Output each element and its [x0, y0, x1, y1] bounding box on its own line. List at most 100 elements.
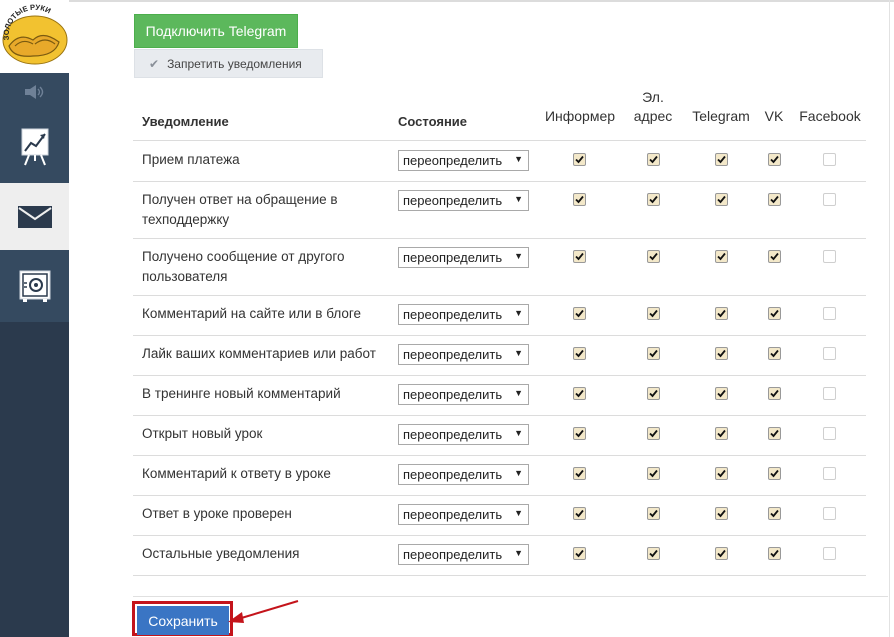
- notification-name: Получен ответ на обращение в техподдержк…: [142, 192, 338, 227]
- row-divider: [133, 375, 866, 376]
- notification-name: Лайк ваших комментариев или работ: [142, 346, 376, 361]
- checkbox-facebook[interactable]: [823, 387, 836, 400]
- checkbox-telegram[interactable]: [715, 467, 728, 480]
- checkbox-vk[interactable]: [768, 507, 781, 520]
- checkbox-vk[interactable]: [768, 193, 781, 206]
- dropdown-arrow-icon: ▼: [514, 468, 523, 478]
- checkbox-telegram[interactable]: [715, 193, 728, 206]
- checkbox-informer[interactable]: [573, 467, 586, 480]
- checkbox-telegram[interactable]: [715, 387, 728, 400]
- connect-telegram-button[interactable]: Подключить Telegram: [134, 14, 298, 48]
- forbid-notifications-button[interactable]: ✔ Запретить уведомления: [134, 49, 323, 78]
- state-select[interactable]: переопределить ▼: [398, 464, 529, 485]
- row-divider: [133, 535, 866, 536]
- checkbox-facebook[interactable]: [823, 153, 836, 166]
- checkbox-informer[interactable]: [573, 387, 586, 400]
- top-divider: [69, 0, 894, 4]
- header-vk: VK: [764, 108, 784, 124]
- state-select[interactable]: переопределить ▼: [398, 304, 529, 325]
- state-select-value: переопределить: [403, 547, 503, 562]
- notification-name: Комментарий на сайте или в блоге: [142, 306, 362, 321]
- checkbox-facebook[interactable]: [823, 507, 836, 520]
- sidebar-item-stats[interactable]: [0, 111, 69, 183]
- dropdown-arrow-icon: ▼: [514, 508, 523, 518]
- checkbox-facebook[interactable]: [823, 427, 836, 440]
- checkbox-informer[interactable]: [573, 547, 586, 560]
- checkbox-vk[interactable]: [768, 250, 781, 263]
- checkbox-email[interactable]: [647, 153, 660, 166]
- checkbox-facebook[interactable]: [823, 467, 836, 480]
- checkbox-facebook[interactable]: [823, 547, 836, 560]
- state-select[interactable]: переопределить ▼: [398, 190, 529, 211]
- dropdown-arrow-icon: ▼: [514, 251, 523, 261]
- checkbox-telegram[interactable]: [715, 427, 728, 440]
- checkbox-vk[interactable]: [768, 427, 781, 440]
- checkbox-telegram[interactable]: [715, 250, 728, 263]
- checkbox-facebook[interactable]: [823, 193, 836, 206]
- state-select-value: переопределить: [403, 467, 503, 482]
- checkbox-informer[interactable]: [573, 307, 586, 320]
- checkbox-telegram[interactable]: [715, 347, 728, 360]
- row-divider: [133, 335, 866, 336]
- checkbox-email[interactable]: [647, 307, 660, 320]
- state-select[interactable]: переопределить ▼: [398, 344, 529, 365]
- checkbox-vk[interactable]: [768, 307, 781, 320]
- checkbox-vk[interactable]: [768, 153, 781, 166]
- right-divider: [889, 0, 890, 637]
- checkbox-facebook[interactable]: [823, 307, 836, 320]
- checkbox-email[interactable]: [647, 387, 660, 400]
- save-button[interactable]: Сохранить: [137, 606, 229, 635]
- sidebar-item-notifications[interactable]: [0, 183, 69, 250]
- checkbox-telegram[interactable]: [715, 507, 728, 520]
- state-select[interactable]: переопределить ▼: [398, 247, 529, 268]
- row-divider: [133, 295, 866, 296]
- speaker-icon: [24, 85, 43, 99]
- checkbox-email[interactable]: [647, 347, 660, 360]
- checkbox-email[interactable]: [647, 467, 660, 480]
- checkbox-email[interactable]: [647, 250, 660, 263]
- sidebar-item-safe[interactable]: [0, 250, 69, 322]
- row-divider: [133, 575, 866, 576]
- sound-toggle[interactable]: [0, 73, 69, 111]
- envelope-icon: [17, 205, 52, 228]
- checkbox-email[interactable]: [647, 547, 660, 560]
- notification-name: Остальные уведомления: [142, 546, 300, 561]
- checkmark-icon: ✔: [149, 56, 160, 71]
- dropdown-arrow-icon: ▼: [514, 388, 523, 398]
- checkbox-vk[interactable]: [768, 387, 781, 400]
- checkbox-vk[interactable]: [768, 547, 781, 560]
- state-select[interactable]: переопределить ▼: [398, 150, 529, 171]
- checkbox-telegram[interactable]: [715, 307, 728, 320]
- header-notification: Уведомление: [142, 114, 229, 129]
- checkbox-informer[interactable]: [573, 507, 586, 520]
- logo[interactable]: ЗОЛОТЫЕ РУКИ: [0, 0, 69, 73]
- state-select[interactable]: переопределить ▼: [398, 384, 529, 405]
- checkbox-informer[interactable]: [573, 250, 586, 263]
- checkbox-vk[interactable]: [768, 467, 781, 480]
- golden-hands-logo: ЗОЛОТЫЕ РУКИ: [2, 3, 68, 65]
- table-header-divider: [133, 140, 866, 141]
- checkbox-email[interactable]: [647, 507, 660, 520]
- checkbox-facebook[interactable]: [823, 347, 836, 360]
- notification-name: Прием платежа: [142, 152, 240, 167]
- state-select-value: переопределить: [403, 507, 503, 522]
- checkbox-informer[interactable]: [573, 153, 586, 166]
- header-email-line2: адрес: [633, 108, 673, 124]
- row-divider: [133, 455, 866, 456]
- state-select[interactable]: переопределить ▼: [398, 544, 529, 565]
- row-divider: [133, 495, 866, 496]
- checkbox-informer[interactable]: [573, 193, 586, 206]
- checkbox-informer[interactable]: [573, 427, 586, 440]
- checkbox-vk[interactable]: [768, 347, 781, 360]
- checkbox-informer[interactable]: [573, 347, 586, 360]
- checkbox-email[interactable]: [647, 193, 660, 206]
- checkbox-telegram[interactable]: [715, 153, 728, 166]
- checkbox-facebook[interactable]: [823, 250, 836, 263]
- checkbox-email[interactable]: [647, 427, 660, 440]
- header-informer: Информер: [544, 108, 616, 124]
- checkbox-telegram[interactable]: [715, 547, 728, 560]
- safe-icon: [19, 270, 50, 302]
- annotation-arrow-icon: [228, 600, 299, 623]
- state-select[interactable]: переопределить ▼: [398, 504, 529, 525]
- state-select[interactable]: переопределить ▼: [398, 424, 529, 445]
